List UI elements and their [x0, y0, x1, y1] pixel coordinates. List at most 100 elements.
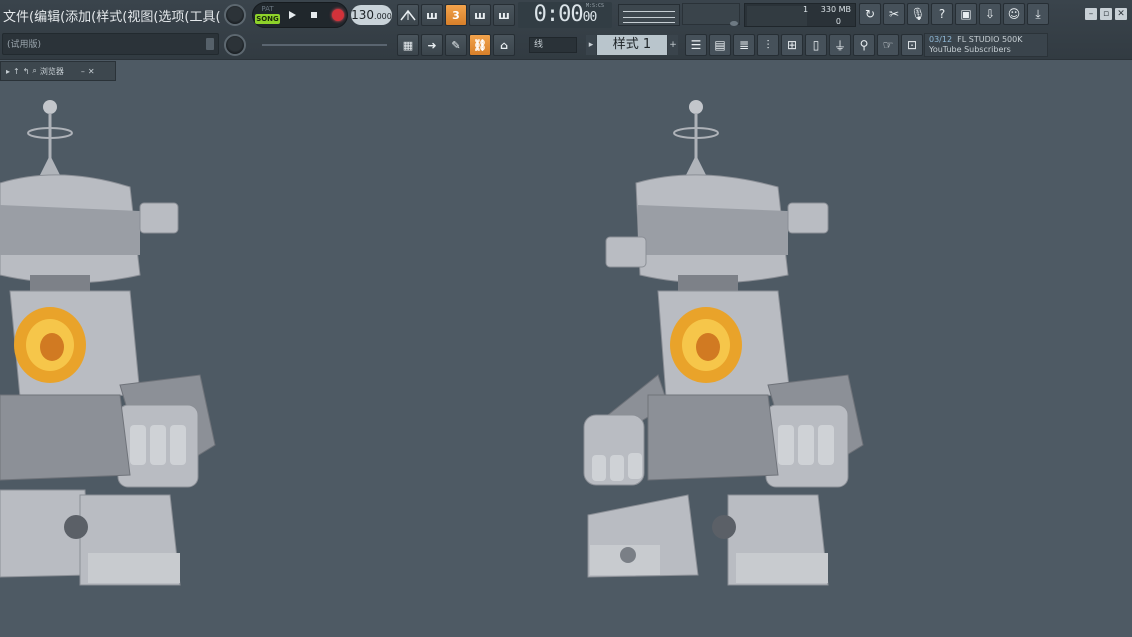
close-icon: ✕ — [1117, 9, 1125, 19]
master-pitch-knob[interactable] — [224, 34, 246, 56]
step-sequencer-button[interactable]: ✎ — [445, 34, 467, 56]
playlist-button[interactable]: ☰ — [685, 34, 707, 56]
piano-roll-button[interactable]: ▤ — [709, 34, 731, 56]
search-icon[interactable]: ⌕ — [32, 66, 36, 76]
browser-button[interactable]: ⊞ — [781, 34, 803, 56]
countdown-button[interactable]: 3 — [445, 4, 467, 26]
menu-file[interactable]: 文件( — [3, 6, 34, 25]
pencil-icon: ✎ — [451, 38, 461, 52]
step-edit-button[interactable]: ш — [469, 4, 491, 26]
pat-song-toggle[interactable]: PAT SONG — [255, 4, 280, 26]
loop-record-button[interactable]: ш — [493, 4, 515, 26]
play-button[interactable] — [281, 4, 303, 26]
restore-button[interactable]: ▫ — [1100, 8, 1112, 20]
cart-icon: ⊡ — [906, 38, 918, 52]
mixer-button[interactable]: ⫶ — [757, 34, 779, 56]
stop-button[interactable] — [303, 4, 325, 26]
pattern-lines-panel — [618, 4, 680, 26]
link-icon: ⛓ — [473, 38, 487, 52]
menu-view[interactable]: 视图( — [127, 6, 158, 25]
restore-icon: ▫ — [1102, 9, 1110, 19]
hand-icon: ☞ — [882, 38, 894, 52]
news-subtitle: YouTube Subscribers — [929, 45, 1011, 54]
stamp-button[interactable]: ⌂ — [493, 34, 515, 56]
news-panel[interactable]: 03/12 FL STUDIO 500K YouTube Subscribers — [924, 33, 1048, 57]
wait-for-input-button[interactable]: ш — [421, 4, 443, 26]
expand-icon[interactable]: ▸ — [6, 67, 10, 76]
record-audio-button[interactable]: 🎙 — [907, 3, 929, 25]
minimize-button[interactable]: – — [1085, 8, 1097, 20]
mixer-icon: ⫶ — [766, 37, 770, 52]
robot-mascot-right — [583, 100, 864, 586]
download-icon: ⤓ — [1035, 6, 1041, 21]
top-toolbar: 文件( 编辑( 添加( 样式( 视图( 选项( 工具( 帮 (试用版) PAT … — [0, 0, 1132, 60]
browser-icon: ⊞ — [786, 38, 798, 52]
help-icon: ? — [938, 7, 946, 21]
render-button[interactable]: ⇩ — [979, 3, 1001, 25]
project-button[interactable]: ▯ — [805, 34, 827, 56]
pattern-selector[interactable]: 样式 1 — [597, 35, 667, 55]
undo-history-button[interactable]: ↻ — [859, 3, 881, 25]
lamp-icon: ⚲ — [859, 38, 869, 52]
lock-icon — [206, 38, 214, 50]
plugin-button[interactable]: ⏚ — [829, 34, 851, 56]
main-menu: 文件( 编辑( 添加( 样式( 视图( 选项( 工具( 帮 — [0, 0, 220, 30]
metronome-icon — [400, 9, 416, 21]
menu-edit[interactable]: 编辑( — [34, 6, 65, 25]
browser-mini-toolbar[interactable]: ▸ ↑ ↰ ⌕ 浏览器 – ✕ — [0, 61, 116, 81]
link-button[interactable]: ⛓ — [469, 34, 491, 56]
news-headline: 03/12 FL STUDIO 500K — [929, 35, 1043, 45]
back-icon[interactable]: ↰ — [23, 67, 30, 76]
touch-controller-button[interactable]: ⚲ — [853, 34, 875, 56]
stamp-icon: ⌂ — [500, 38, 508, 52]
tempo-decimal: .000 — [374, 12, 392, 21]
render-icon: ⇩ — [984, 7, 996, 21]
pattern-label: 样式 1 — [612, 37, 652, 52]
tour-button[interactable]: ☞ — [877, 34, 899, 56]
tempo-value: 130 — [351, 8, 375, 22]
close-button[interactable]: ✕ — [1115, 8, 1127, 20]
typing-keyboard-button[interactable]: ▦ — [397, 34, 419, 56]
piano-roll-icon: ▤ — [714, 38, 726, 52]
chevron-right-icon: ▸ — [588, 40, 594, 50]
menu-options[interactable]: 选项( — [158, 6, 189, 25]
step-edit-icon: ш — [474, 8, 486, 22]
close-browser-icon[interactable]: ✕ — [88, 67, 95, 76]
cpu-memory-panel: 1 330 MB 0 — [744, 3, 856, 27]
cut-tools-button[interactable]: ✂ — [883, 3, 905, 25]
up-arrow-icon[interactable]: ↑ — [13, 67, 20, 76]
record-button[interactable] — [327, 4, 349, 26]
download-button[interactable]: ⤓ — [1027, 3, 1049, 25]
save-button[interactable]: ▣ — [955, 3, 977, 25]
snap-selector[interactable]: 线 — [529, 37, 577, 53]
play-icon — [289, 11, 296, 19]
arrow-button[interactable]: ➜ — [421, 34, 443, 56]
scissors-icon: ✂ — [888, 7, 900, 21]
history-icon: ↻ — [864, 7, 876, 21]
cpu-value: 1 — [803, 5, 809, 14]
menu-patterns[interactable]: 样式( — [96, 6, 127, 25]
master-slider[interactable] — [262, 44, 387, 46]
time-format-label: M:S:CS — [585, 3, 604, 9]
help-button[interactable]: ? — [931, 3, 953, 25]
browser-title: 浏览器 — [39, 66, 64, 76]
hint-bar: (试用版) — [2, 33, 219, 55]
cpu-bar — [747, 6, 807, 26]
shop-button[interactable]: ⊡ — [901, 34, 923, 56]
pattern-prev-button[interactable]: ▸ — [586, 35, 596, 55]
master-volume-knob[interactable] — [224, 4, 246, 26]
chat-button[interactable]: ☺ — [1003, 3, 1025, 25]
menu-tools[interactable]: 工具( — [189, 6, 220, 25]
menu-add[interactable]: 添加( — [65, 6, 96, 25]
tempo-display[interactable]: 130.000 — [351, 5, 392, 25]
song-label: SONG — [255, 14, 280, 24]
news-title: FL STUDIO 500K — [957, 35, 1023, 44]
document-icon: ▯ — [812, 38, 820, 52]
line-1 — [623, 11, 675, 12]
countdown-icon: 3 — [452, 8, 460, 22]
pattern-add-button[interactable]: + — [668, 35, 678, 55]
time-display[interactable]: 0:0000 M:S:CS — [518, 2, 612, 28]
minimize-browser-icon[interactable]: – — [81, 67, 85, 76]
channel-rack-button[interactable]: ≣ — [733, 34, 755, 56]
metronome-button[interactable] — [397, 4, 419, 26]
